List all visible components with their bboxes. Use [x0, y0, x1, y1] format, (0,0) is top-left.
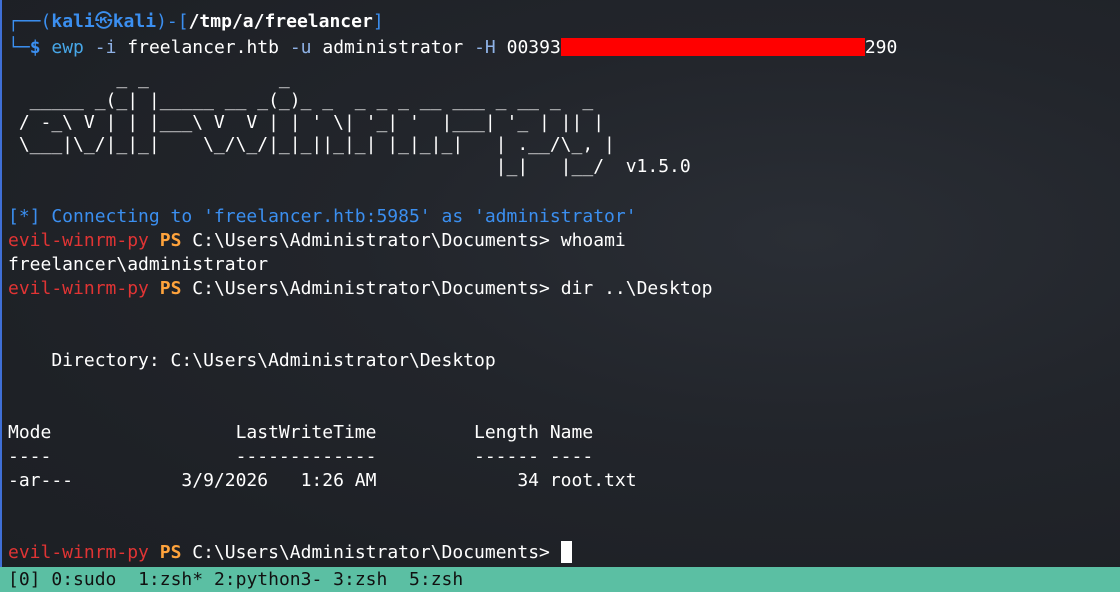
shell-command-whoami: whoami [549, 230, 626, 251]
command-user: administrator [322, 37, 464, 58]
shell-ps: PS [159, 542, 182, 563]
prompt-path: /tmp/a/freelancer [188, 11, 373, 32]
tmux-window-0[interactable]: 0:sudo [51, 567, 116, 592]
listing-column-headers: Mode LastWriteTime Length Name [8, 422, 594, 443]
ascii-banner: _ _ _ _____ _(_| |_____ __ _(_)_ _ _ _ _… [18, 68, 691, 177]
command-flag-u: -u [289, 37, 312, 58]
shell-cwd: C:\Users\Administrator\Documents> [192, 542, 550, 563]
prompt-dollar: $ [29, 37, 41, 58]
command-name: ewp [51, 37, 84, 58]
listing-separator: ---- ------------- ------ ---- [8, 446, 594, 467]
text-cursor [560, 541, 572, 563]
prompt-bracket: )-[ [156, 11, 189, 32]
prompt-bracket-end: ] [372, 11, 384, 32]
prompt-corner-top: ┌──( [8, 11, 52, 32]
pane-border [0, 0, 2, 567]
shell-ps: PS [159, 278, 182, 299]
shell-prompt-prefix: evil-winrm-py [8, 230, 149, 251]
prompt-host: kali [112, 11, 157, 32]
shell-cwd: C:\Users\Administrator\Documents> [192, 230, 550, 251]
shell-ps: PS [159, 230, 182, 251]
tmux-window-3[interactable]: 3:zsh [333, 567, 387, 592]
tmux-window-2[interactable]: 2:python3- [214, 567, 322, 592]
terminal-window[interactable]: ┌──(kali㉿kali)-[/tmp/a/freelancer] └─$ e… [0, 0, 1120, 592]
directory-header: Directory: C:\Users\Administrator\Deskto… [8, 350, 496, 371]
connecting-message: [*] Connecting to 'freelancer.htb:5985' … [8, 206, 637, 227]
shell-prompt-prefix: evil-winrm-py [8, 542, 149, 563]
shell-prompt-1: evil-winrm-py PS C:\Users\Administrator\… [8, 229, 626, 253]
tmux-window-1[interactable]: 1:zsh* [138, 567, 203, 592]
command-flag-h: -H [474, 37, 496, 58]
skull-icon: ㉿ [94, 11, 113, 32]
prompt-corner-bottom: └─ [8, 37, 30, 58]
command-line: └─$ ewp -i freelancer.htb -u administrat… [8, 36, 897, 60]
command-hash-start: 00393 [506, 37, 561, 58]
shell-prompt-prefix: evil-winrm-py [8, 278, 149, 299]
prompt-user: kali [51, 11, 95, 32]
command-host: freelancer.htb [127, 37, 279, 58]
tmux-status-bar: [0] 0:sudo 1:zsh* 2:python3- 3:zsh 5:zsh [0, 567, 1120, 592]
command-flag-i: -i [94, 37, 117, 58]
command-hash-end: 290 [864, 37, 898, 58]
shell-command-dir: dir ..\Desktop [549, 278, 713, 299]
tmux-window-5[interactable]: 5:zsh [409, 567, 463, 592]
whoami-output: freelancer\administrator [8, 254, 269, 275]
prompt-line-top: ┌──(kali㉿kali)-[/tmp/a/freelancer] [8, 10, 384, 34]
shell-prompt-3[interactable]: evil-winrm-py PS C:\Users\Administrator\… [8, 541, 572, 565]
redaction-bar [560, 38, 865, 56]
listing-row: -ar--- 3/9/2026 1:26 AM 34 root.txt [8, 470, 637, 491]
shell-cwd: C:\Users\Administrator\Documents> [192, 278, 550, 299]
shell-prompt-2: evil-winrm-py PS C:\Users\Administrator\… [8, 277, 712, 301]
tmux-session-name: [0] [8, 569, 41, 590]
